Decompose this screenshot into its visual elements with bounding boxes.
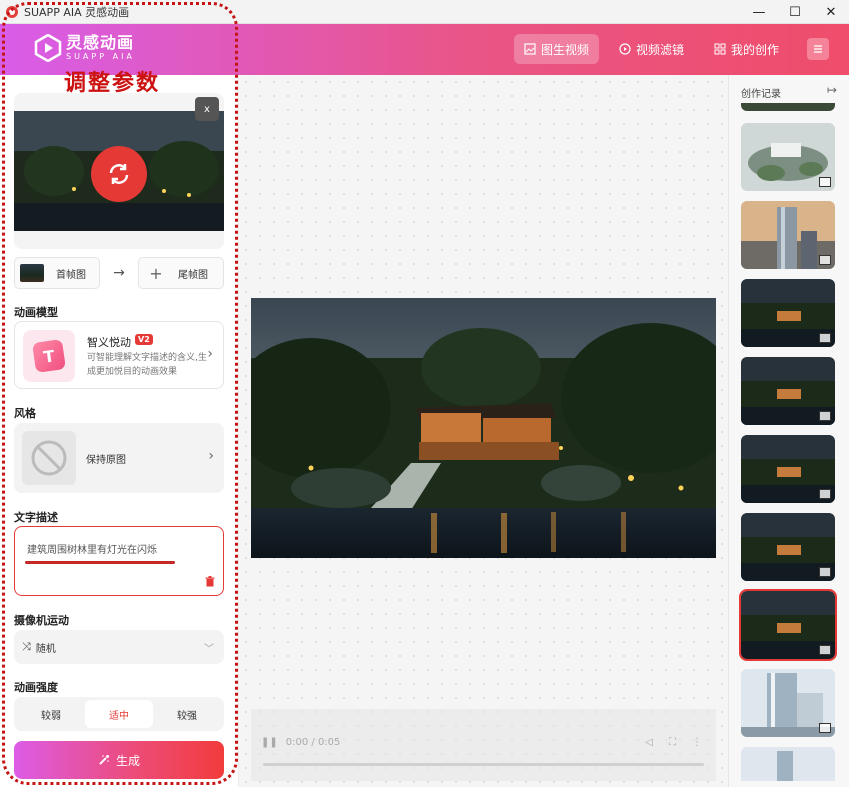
menu-icon — [814, 45, 822, 53]
history-item[interactable] — [741, 201, 835, 269]
image-type-icon — [819, 411, 831, 421]
no-style-icon — [22, 431, 76, 485]
strength-section-label: 动画强度 — [14, 681, 58, 694]
first-frame-thumb — [20, 264, 44, 282]
image-type-icon — [819, 645, 831, 655]
hamburger-menu-button[interactable] — [807, 38, 829, 60]
frame-selector: 首帧图 → + 尾帧图 — [14, 257, 224, 289]
close-window-button[interactable]: ✕ — [813, 0, 849, 24]
window-controls: — ☐ ✕ — [741, 0, 849, 24]
shuffle-icon: ⤨ — [22, 640, 31, 653]
model-name: 智义悦动 — [87, 336, 131, 349]
chevron-right-icon: › — [207, 346, 213, 362]
minimize-button[interactable]: — — [741, 0, 777, 24]
history-item[interactable] — [741, 435, 835, 503]
logo-en-text: SUAPP AIA — [66, 52, 135, 61]
collapse-panel-icon[interactable]: ↦ — [827, 83, 837, 97]
volume-icon[interactable]: ◁ — [645, 737, 653, 748]
preview-canvas: ❚❚ 0:00 / 0:05 ◁ ⛶ ⋮ — [238, 75, 728, 787]
logo-cn-text: 灵感动画 — [66, 33, 135, 52]
history-item[interactable] — [741, 357, 835, 425]
model-icon: T — [23, 330, 75, 382]
image-type-icon — [819, 255, 831, 265]
app-logo[interactable]: 灵感动画 SUAPP AIA — [34, 34, 135, 62]
image-type-icon — [819, 723, 831, 733]
style-select-card[interactable]: 保持原图 › — [14, 423, 224, 493]
remove-image-button[interactable]: x — [195, 97, 219, 121]
generate-button[interactable]: 生成 — [14, 741, 224, 779]
nav-my-creations[interactable]: 我的创作 — [704, 34, 789, 64]
history-title: 创作记录 — [741, 89, 781, 100]
history-item[interactable] — [741, 279, 835, 347]
history-item[interactable] — [741, 669, 835, 737]
app-icon — [6, 5, 18, 18]
history-item-selected[interactable] — [739, 589, 837, 661]
style-section-label: 风格 — [14, 407, 36, 420]
history-item[interactable] — [741, 123, 835, 191]
trash-icon[interactable] — [205, 576, 215, 587]
nav-image-to-video[interactable]: 图生视频 — [513, 34, 599, 64]
parameter-panel: 调整参数 x 首帧图 → + 尾帧图 动画模型 T 智义悦动 V2 可智能理解文… — [0, 71, 238, 787]
strength-option-medium[interactable]: 适中 — [85, 700, 153, 728]
nav-video-filter[interactable]: 视频滤镜 — [609, 34, 694, 64]
maximize-button[interactable]: ☐ — [777, 0, 813, 24]
magic-wand-icon — [99, 755, 109, 765]
camera-section-label: 摄像机运动 — [14, 614, 69, 627]
progress-bar[interactable] — [263, 763, 704, 766]
nav-label: 我的创作 — [730, 42, 779, 57]
history-panel: 创作记录 ↦ — [728, 75, 849, 787]
more-options-icon[interactable]: ⋮ — [692, 737, 702, 748]
pause-icon[interactable]: ❚❚ — [261, 737, 278, 748]
replace-image-button[interactable] — [91, 146, 147, 202]
last-frame-button[interactable]: + 尾帧图 — [138, 257, 224, 289]
play-circle-icon — [619, 43, 631, 55]
player-time: 0:00 / 0:05 — [285, 737, 341, 748]
source-image-card[interactable]: x — [14, 93, 224, 249]
first-frame-label: 首帧图 — [56, 269, 86, 281]
strength-option-strong[interactable]: 较强 — [153, 700, 221, 728]
history-item-partial[interactable] — [741, 747, 835, 781]
strength-segmented-control: 较弱 适中 较强 — [14, 697, 224, 731]
text-description-input[interactable]: 建筑周围树林里有灯光在闪烁 — [14, 526, 224, 596]
fullscreen-icon[interactable]: ⛶ — [669, 737, 676, 748]
logo-hex-icon — [34, 34, 62, 62]
window-title: SUAPP AIA 灵感动画 — [24, 5, 130, 19]
generate-label: 生成 — [115, 753, 140, 768]
model-description: 可智能理解文字描述的含义,生成更加悦目的动画效果 — [87, 353, 207, 377]
style-value: 保持原图 — [86, 455, 126, 466]
image-type-icon — [819, 177, 831, 187]
top-nav: 图生视频 视频滤镜 我的创作 — [513, 34, 829, 64]
refresh-icon — [109, 164, 129, 184]
image-type-icon — [819, 333, 831, 343]
model-version-badge: V2 — [135, 334, 153, 345]
nav-label: 视频滤镜 — [635, 42, 684, 57]
annotation-underline — [25, 561, 175, 564]
nav-label: 图生视频 — [540, 42, 589, 57]
video-player-controls: ❚❚ 0:00 / 0:05 ◁ ⛶ ⋮ — [251, 709, 716, 781]
first-frame-button[interactable]: 首帧图 — [14, 257, 100, 289]
chevron-down-icon: ﹀ — [204, 644, 214, 655]
model-select-card[interactable]: T 智义悦动 V2 可智能理解文字描述的含义,生成更加悦目的动画效果 › — [14, 321, 224, 389]
camera-motion-value: 随机 — [35, 643, 56, 655]
grid-icon — [714, 43, 726, 55]
image-type-icon — [819, 489, 831, 499]
image-type-icon — [819, 567, 831, 577]
image-icon — [524, 43, 536, 55]
history-item[interactable] — [741, 513, 835, 581]
window-titlebar: SUAPP AIA 灵感动画 — ☐ ✕ — [0, 0, 849, 24]
text-description-value: 建筑周围树林里有灯光在闪烁 — [27, 545, 157, 556]
chevron-right-icon: › — [208, 448, 214, 464]
preview-image — [251, 298, 716, 558]
arrow-right-icon: → — [113, 265, 125, 281]
strength-option-weak[interactable]: 较弱 — [17, 700, 85, 728]
last-frame-label: 尾帧图 — [178, 269, 208, 281]
model-section-label: 动画模型 — [14, 306, 58, 319]
history-item-partial[interactable] — [741, 103, 835, 111]
camera-motion-select[interactable]: ⤨ 随机 ﹀ — [14, 630, 224, 664]
plus-icon: + — [149, 263, 163, 283]
text-section-label: 文字描述 — [14, 511, 58, 524]
